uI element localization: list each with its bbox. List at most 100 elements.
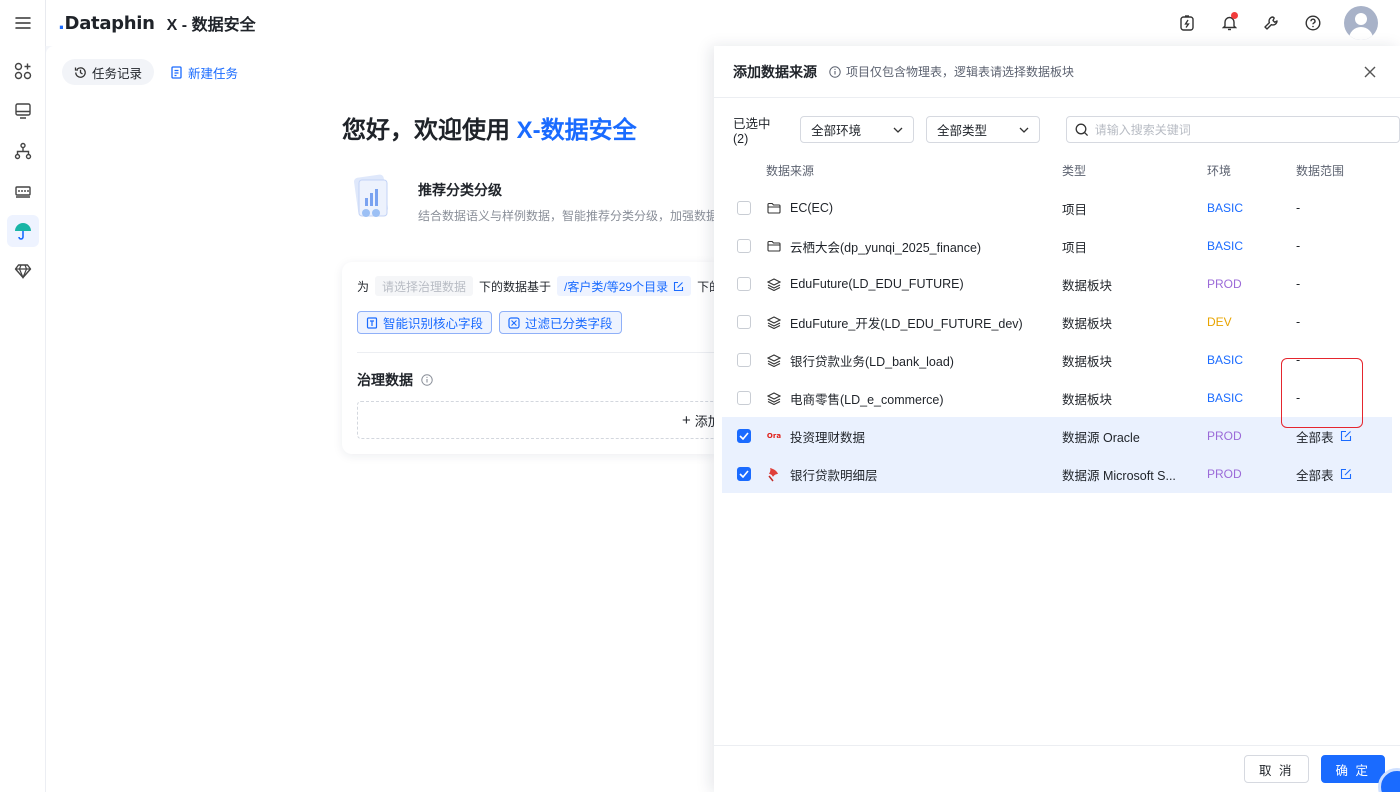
user-avatar[interactable] <box>1344 6 1378 40</box>
identify-core-fields-toggle[interactable]: 智能识别核心字段 <box>357 311 493 334</box>
check-icon <box>739 432 749 440</box>
confirm-button[interactable]: 确 定 <box>1320 755 1385 783</box>
env-badge: PROD <box>1207 277 1242 291</box>
table-row[interactable]: 云栖大会(dp_yunqi_2025_finance) 项目 BASIC - <box>722 227 1392 265</box>
menu-icon[interactable] <box>0 0 46 46</box>
close-icon[interactable] <box>1362 64 1378 80</box>
drawer-footer: 取 消 确 定 <box>714 745 1400 792</box>
file-text-icon <box>366 316 378 329</box>
col-env: 环境 <box>1207 163 1232 178</box>
search-box[interactable] <box>1065 116 1400 143</box>
sql-server-icon <box>766 466 782 482</box>
report-chart-icon <box>350 172 396 224</box>
rule-sentence: 为 请选择治理数据 下的数据基于 /客户类/等29个目录 下的数 <box>357 276 714 296</box>
check-icon <box>739 470 749 478</box>
recommend-title: 推荐分类分级 <box>418 182 502 198</box>
layers-icon <box>766 276 782 292</box>
welcome-heading: 您好，欢迎使用 X-数据安全 <box>342 117 637 144</box>
table-row[interactable]: EduFuture_开发(LD_EDU_FUTURE_dev) 数据板块 DEV… <box>722 303 1392 341</box>
app-title: X - 数据安全 <box>166 17 256 34</box>
search-icon <box>1075 123 1088 136</box>
data-source-table: 数据来源 类型 环境 数据范围 EC(EC) 项目 BASIC - 云栖大会(d… <box>722 151 1392 493</box>
layers-icon <box>766 390 782 406</box>
main-content: 任务记录 新建任务 您好，欢迎使用 X-数据安全 推荐分类分级 结合数据语义与样… <box>46 46 714 792</box>
env-badge: BASIC <box>1207 201 1244 215</box>
filter-icon <box>508 316 520 329</box>
folder-icon <box>766 238 782 254</box>
dataphin-logo[interactable]: .Dataphin <box>58 13 155 34</box>
sidebar-item-monitor[interactable] <box>0 91 46 131</box>
row-checkbox[interactable] <box>737 201 751 215</box>
data-range-cell[interactable]: 全部表 <box>1296 427 1392 446</box>
bell-icon[interactable] <box>1208 0 1250 46</box>
battery-bolt-icon[interactable] <box>1166 0 1208 46</box>
drawer-title: 添加数据来源 <box>733 63 817 80</box>
row-checkbox-checked[interactable] <box>737 467 751 481</box>
table-row-selected[interactable]: 银行贷款明细层 数据源 Microsoft S... PROD 全部表 <box>722 455 1392 493</box>
edit-icon[interactable] <box>1340 468 1352 480</box>
task-config-card: 为 请选择治理数据 下的数据基于 /客户类/等29个目录 下的数 智能识别核心字… <box>342 262 714 454</box>
sidebar-item-ruler[interactable] <box>0 171 46 211</box>
sidebar-item-security[interactable] <box>0 211 46 251</box>
env-badge: DEV <box>1207 315 1232 329</box>
search-input[interactable] <box>1094 122 1375 137</box>
ruler-icon <box>15 186 31 198</box>
selected-count: 已选中 (2) <box>733 117 771 146</box>
row-checkbox-checked[interactable] <box>737 429 751 443</box>
edit-icon[interactable] <box>1340 430 1352 442</box>
data-range-highlight <box>1281 358 1363 428</box>
divider <box>357 352 714 353</box>
plus-icon: + <box>682 411 691 429</box>
layers-icon <box>766 352 782 368</box>
col-type: 类型 <box>1062 163 1087 178</box>
info-icon[interactable] <box>421 374 433 386</box>
governance-data-title: 治理数据 <box>357 370 433 390</box>
oracle-icon: Ora <box>766 432 782 440</box>
env-badge: PROD <box>1207 467 1242 481</box>
diamond-icon <box>14 264 32 280</box>
new-doc-icon <box>171 65 182 79</box>
sidebar-item-diamond[interactable] <box>0 251 46 291</box>
chevron-down-icon <box>1019 127 1029 133</box>
new-task-button[interactable]: 新建任务 <box>162 59 246 85</box>
folder-icon <box>766 200 782 216</box>
chevron-down-icon <box>893 127 903 133</box>
env-badge: BASIC <box>1207 239 1244 253</box>
sidebar-item-tree[interactable] <box>0 131 46 171</box>
col-source: 数据来源 <box>766 163 815 178</box>
cancel-button[interactable]: 取 消 <box>1244 755 1309 783</box>
help-icon[interactable] <box>1292 0 1334 46</box>
catalog-path-selector[interactable]: /客户类/等29个目录 <box>557 276 692 296</box>
apps-add-icon <box>14 62 32 80</box>
col-range: 数据范围 <box>1296 163 1345 178</box>
data-range-cell[interactable]: 全部表 <box>1296 465 1392 484</box>
info-icon <box>829 65 841 78</box>
table-header: 数据来源 类型 环境 数据范围 <box>722 151 1392 189</box>
monitor-icon <box>15 103 31 119</box>
top-right-toolbar <box>1166 0 1400 46</box>
row-checkbox[interactable] <box>737 239 751 253</box>
umbrella-icon <box>15 223 31 240</box>
row-checkbox[interactable] <box>737 315 751 329</box>
env-badge: PROD <box>1207 429 1242 443</box>
row-checkbox[interactable] <box>737 353 751 367</box>
sidebar-item-apps[interactable] <box>0 51 46 91</box>
hierarchy-icon <box>14 142 32 160</box>
table-row[interactable]: EC(EC) 项目 BASIC - <box>722 189 1392 227</box>
table-row[interactable]: EduFuture(LD_EDU_FUTURE) 数据板块 PROD - <box>722 265 1392 303</box>
row-checkbox[interactable] <box>737 277 751 291</box>
row-checkbox[interactable] <box>737 391 751 405</box>
history-icon <box>74 66 86 78</box>
filter-classified-toggle[interactable]: 过滤已分类字段 <box>499 311 622 334</box>
recommend-description: 结合数据语义与样例数据，智能推荐分类分级，加强数据安 <box>418 209 714 223</box>
add-data-source-drawer: 添加数据来源 项目仅包含物理表，逻辑表请选择数据板块 已选中 (2) 全部环境 … <box>714 46 1400 792</box>
governance-data-select[interactable]: 请选择治理数据 <box>375 276 474 296</box>
task-history-button[interactable]: 任务记录 <box>62 59 155 85</box>
layers-icon <box>766 314 782 330</box>
wrench-icon[interactable] <box>1250 0 1292 46</box>
left-sidebar <box>0 46 46 792</box>
add-governance-data-button[interactable]: + 添加 <box>357 401 714 439</box>
env-select[interactable]: 全部环境 <box>800 116 914 143</box>
type-select[interactable]: 全部类型 <box>925 116 1040 143</box>
edit-icon <box>674 281 684 291</box>
